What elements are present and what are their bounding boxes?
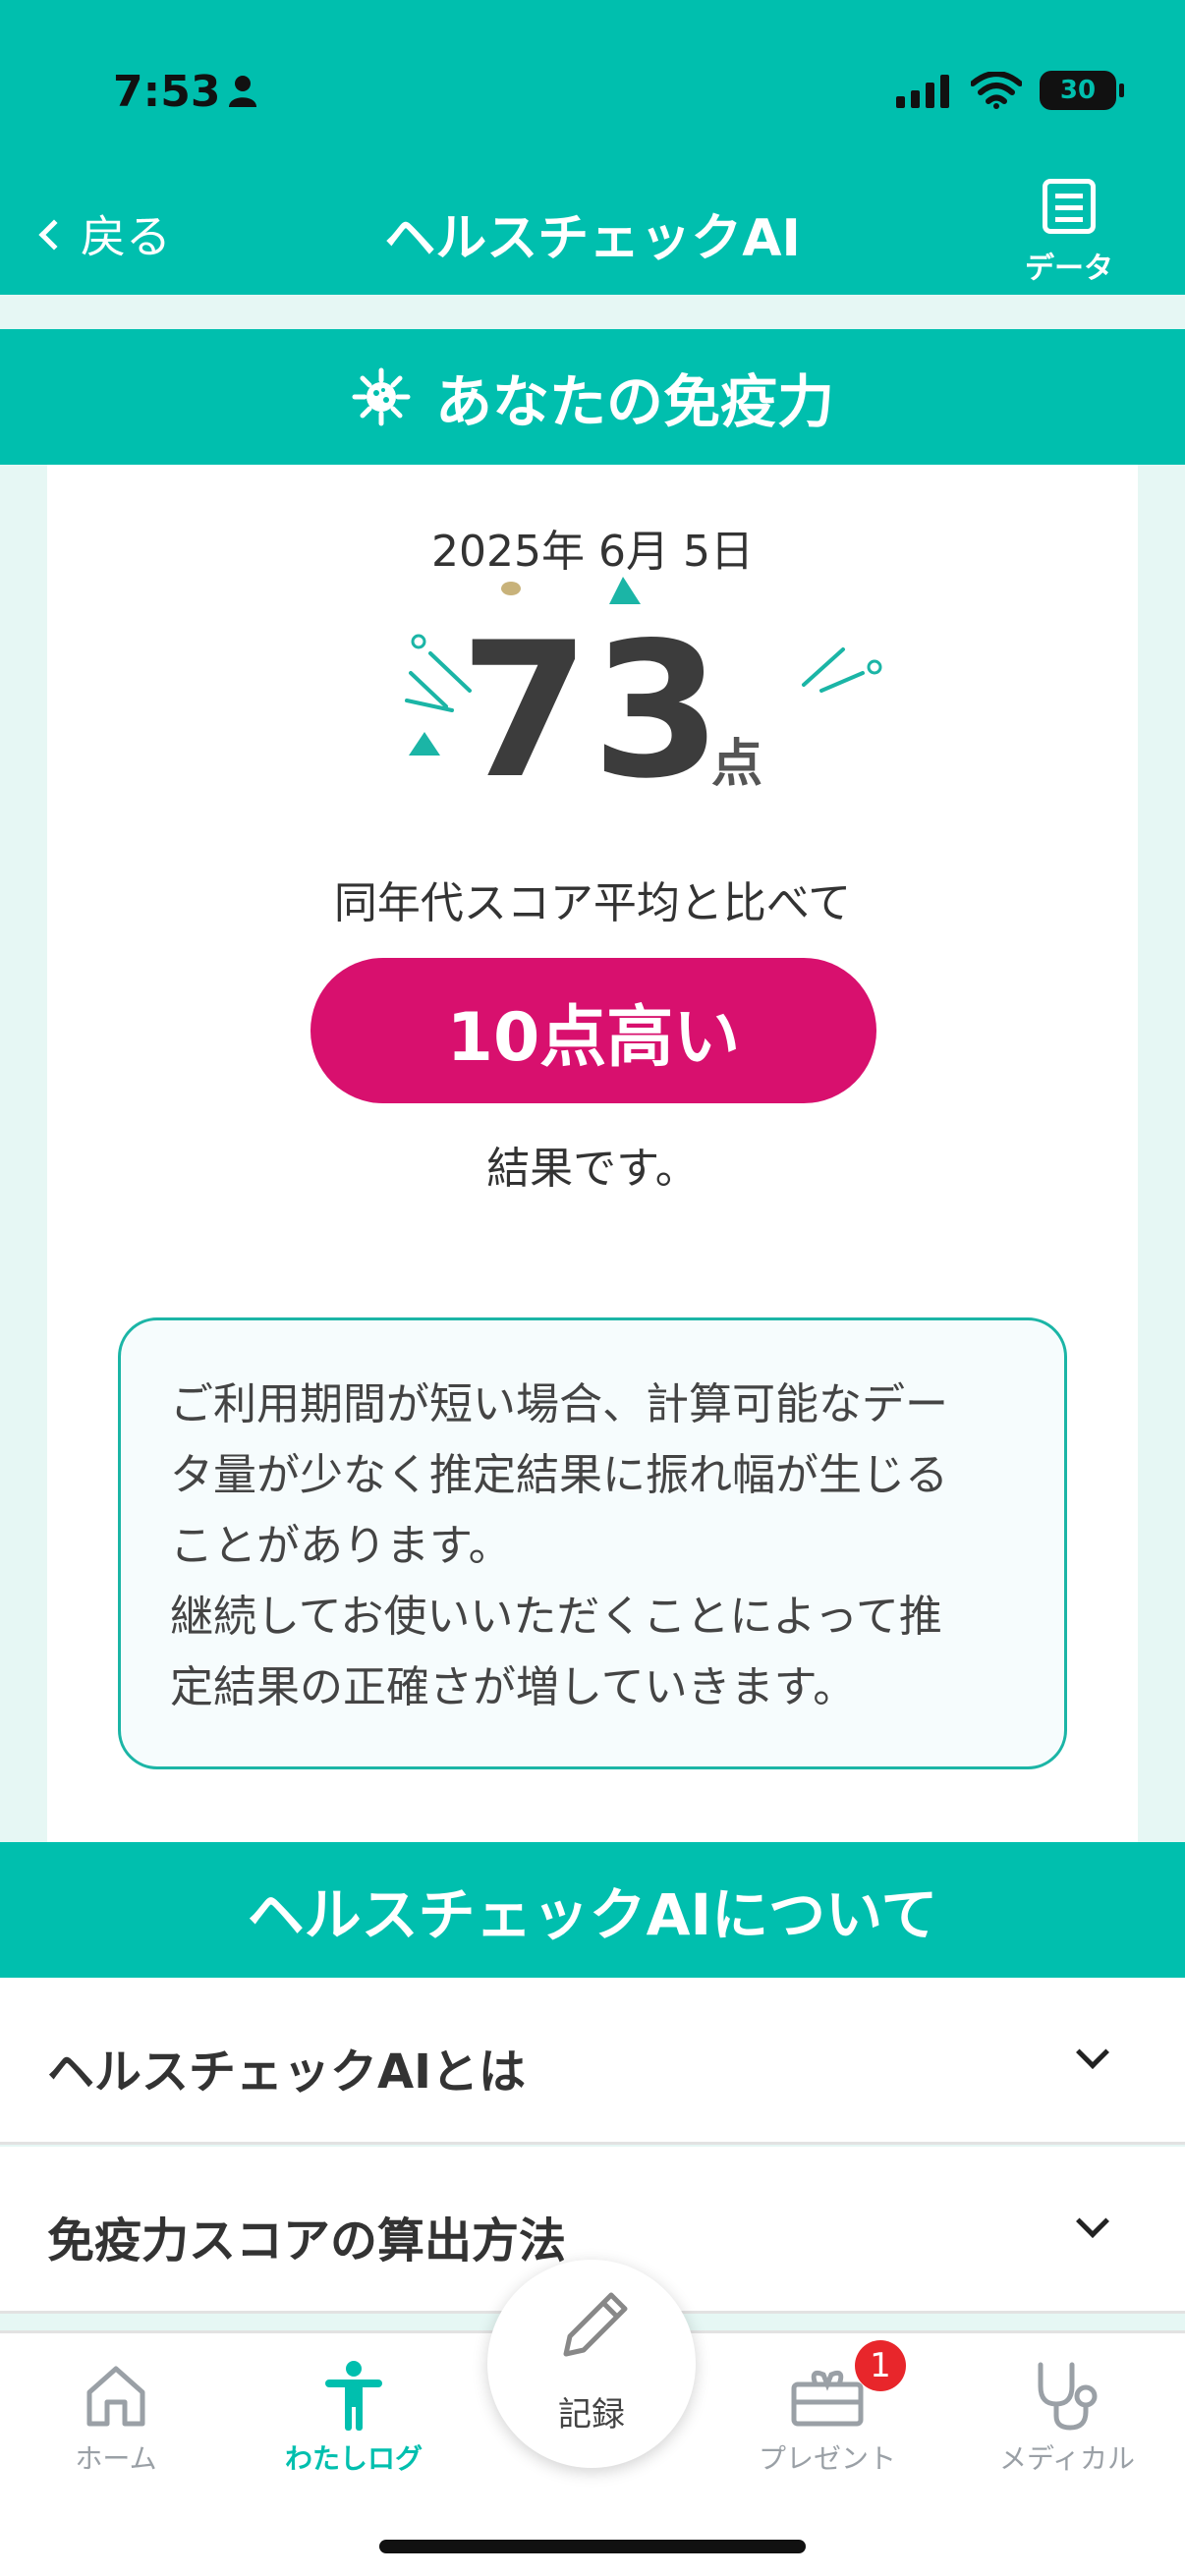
- note-line: ことがあります。: [170, 1521, 512, 1571]
- accordion-what-is[interactable]: ヘルスチェックAIとは: [0, 1978, 1185, 2145]
- gift-icon: [791, 2370, 864, 2427]
- tab-medical[interactable]: メディカル: [969, 2353, 1165, 2477]
- compare-text: 同年代スコア平均と比べて: [333, 878, 852, 928]
- home-indicator: [379, 2540, 806, 2553]
- virus-icon: [352, 367, 411, 426]
- accordion-label: ヘルスチェックAIとは: [47, 2044, 527, 2100]
- score-unit: 点: [711, 735, 763, 794]
- list-icon: [1043, 179, 1096, 234]
- status-indicators: 30: [896, 71, 1124, 110]
- note-line: ご利用期間が短い場合、計算可能なデー: [170, 1379, 948, 1429]
- pencil-icon: [563, 2292, 628, 2357]
- note-line: タ量が少なく推定結果に振れ幅が生じる: [170, 1450, 948, 1500]
- result-suffix: 結果です。: [486, 1144, 699, 1194]
- chevron-down-icon: [1076, 2205, 1109, 2238]
- data-button[interactable]: データ: [1020, 179, 1118, 287]
- accordion-label: 免疫力スコアの算出方法: [47, 2213, 567, 2268]
- tab-my-log[interactable]: わたしログ: [255, 2353, 452, 2477]
- app-header: 7:53 30 戻る ヘルスチェックAI データ: [0, 0, 1185, 295]
- page-title: ヘルスチェックAI: [384, 209, 801, 268]
- person-status-icon: [229, 76, 256, 107]
- note-line: 定結果の正確さが増していきます。: [170, 1662, 857, 1712]
- immunity-section-banner: あなたの免疫力: [0, 329, 1185, 465]
- wifi-icon: [971, 72, 1022, 109]
- status-time: 7:53: [113, 67, 221, 117]
- immunity-score: 73: [460, 602, 724, 819]
- record-button[interactable]: 記録: [487, 2260, 696, 2468]
- note-line: 継続してお使いいただくことによって推: [170, 1592, 942, 1642]
- immunity-section-title: あなたの免疫力: [434, 368, 834, 435]
- data-label: データ: [1025, 252, 1113, 286]
- chevron-down-icon: [1076, 2036, 1109, 2069]
- immunity-score-card: 2025年 6月 5日 73 点 同年代スコア平均と比べて 10点高い 結果です…: [47, 465, 1138, 1842]
- about-section-banner: ヘルスチェックAIについて: [0, 1842, 1185, 1978]
- tab-label: ホーム: [75, 2442, 157, 2475]
- battery-icon: 30: [1040, 71, 1124, 110]
- home-icon: [86, 2366, 145, 2427]
- about-section-title: ヘルスチェックAIについて: [247, 1881, 938, 1948]
- note-box: ご利用期間が短い場合、計算可能なデー タ量が少なく推定結果に振れ幅が生じる こと…: [118, 1317, 1067, 1769]
- person-icon: [325, 2361, 382, 2431]
- tab-home[interactable]: ホーム: [18, 2353, 214, 2477]
- compare-result-badge: 10点高い: [310, 958, 876, 1103]
- stethoscope-icon: [1038, 2362, 1098, 2431]
- tab-label: メディカル: [998, 2442, 1136, 2475]
- tab-label: わたしログ: [284, 2442, 423, 2475]
- cellular-signal-icon: [896, 75, 949, 108]
- notification-badge: 1: [855, 2340, 906, 2391]
- tab-label: プレゼント: [758, 2442, 896, 2475]
- record-label: 記録: [558, 2395, 625, 2435]
- battery-level: 30: [1059, 76, 1097, 105]
